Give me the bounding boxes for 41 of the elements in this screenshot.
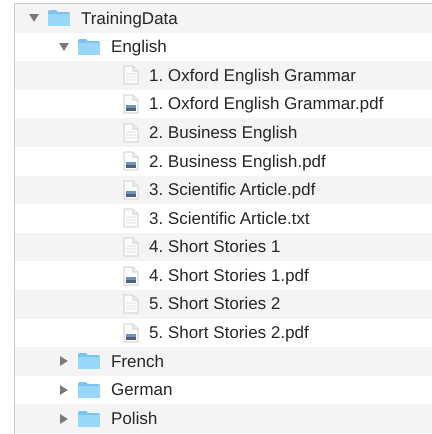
tree-row[interactable]: 3. Scientific Article.pdf bbox=[15, 176, 432, 204]
expanded-triangle-icon[interactable] bbox=[27, 12, 41, 24]
document-icon bbox=[123, 237, 139, 258]
file-name: 1. Oxford English Grammar bbox=[149, 64, 356, 87]
tree-row[interactable]: 4. Short Stories 1 bbox=[15, 232, 432, 262]
file-name: 2. Business English bbox=[149, 122, 298, 144]
document-icon bbox=[123, 65, 139, 86]
tree-row[interactable]: Polish bbox=[15, 404, 432, 433]
image-document-icon bbox=[123, 266, 139, 286]
file-name: 3. Scientific Article.txt bbox=[149, 208, 310, 230]
folder-name: Polish bbox=[111, 408, 158, 430]
folder-icon bbox=[77, 38, 101, 56]
file-name: 4. Short Stories 1 bbox=[149, 236, 280, 258]
file-name: 3. Scientific Article.pdf bbox=[149, 179, 316, 202]
folder-icon bbox=[77, 410, 101, 428]
file-name: 5. Short Stories 2 bbox=[149, 293, 280, 316]
image-document-icon bbox=[123, 180, 139, 200]
file-name: 5. Short Stories 2.pdf bbox=[149, 322, 309, 344]
image-document-icon bbox=[123, 322, 139, 343]
file-name: 1. Oxford English Grammar.pdf bbox=[149, 93, 384, 116]
file-name: 2. Business English.pdf bbox=[149, 150, 326, 173]
document-icon bbox=[123, 294, 139, 314]
folder-name: German bbox=[111, 379, 172, 402]
tree-row[interactable]: French bbox=[15, 347, 432, 376]
folder-icon bbox=[77, 352, 101, 370]
folder-name: TrainingData bbox=[81, 8, 178, 30]
tree-row[interactable]: 1. Oxford English Grammar bbox=[15, 61, 432, 90]
expanded-triangle-icon[interactable] bbox=[57, 40, 71, 53]
document-icon bbox=[123, 208, 139, 228]
tree-row[interactable]: German bbox=[15, 376, 432, 404]
document-icon bbox=[123, 122, 139, 143]
tree-row[interactable]: 5. Short Stories 2 bbox=[15, 290, 432, 319]
image-document-icon bbox=[123, 94, 139, 114]
file-name: 4. Short Stories 1.pdf bbox=[149, 264, 309, 287]
tree-row[interactable]: 2. Business English bbox=[15, 118, 432, 147]
folder-name: English bbox=[111, 36, 167, 58]
image-document-icon bbox=[123, 151, 139, 172]
folder-icon bbox=[47, 9, 71, 28]
tree-row[interactable]: TrainingData bbox=[15, 4, 432, 33]
folder-name: French bbox=[111, 350, 164, 373]
folder-icon bbox=[77, 381, 101, 400]
